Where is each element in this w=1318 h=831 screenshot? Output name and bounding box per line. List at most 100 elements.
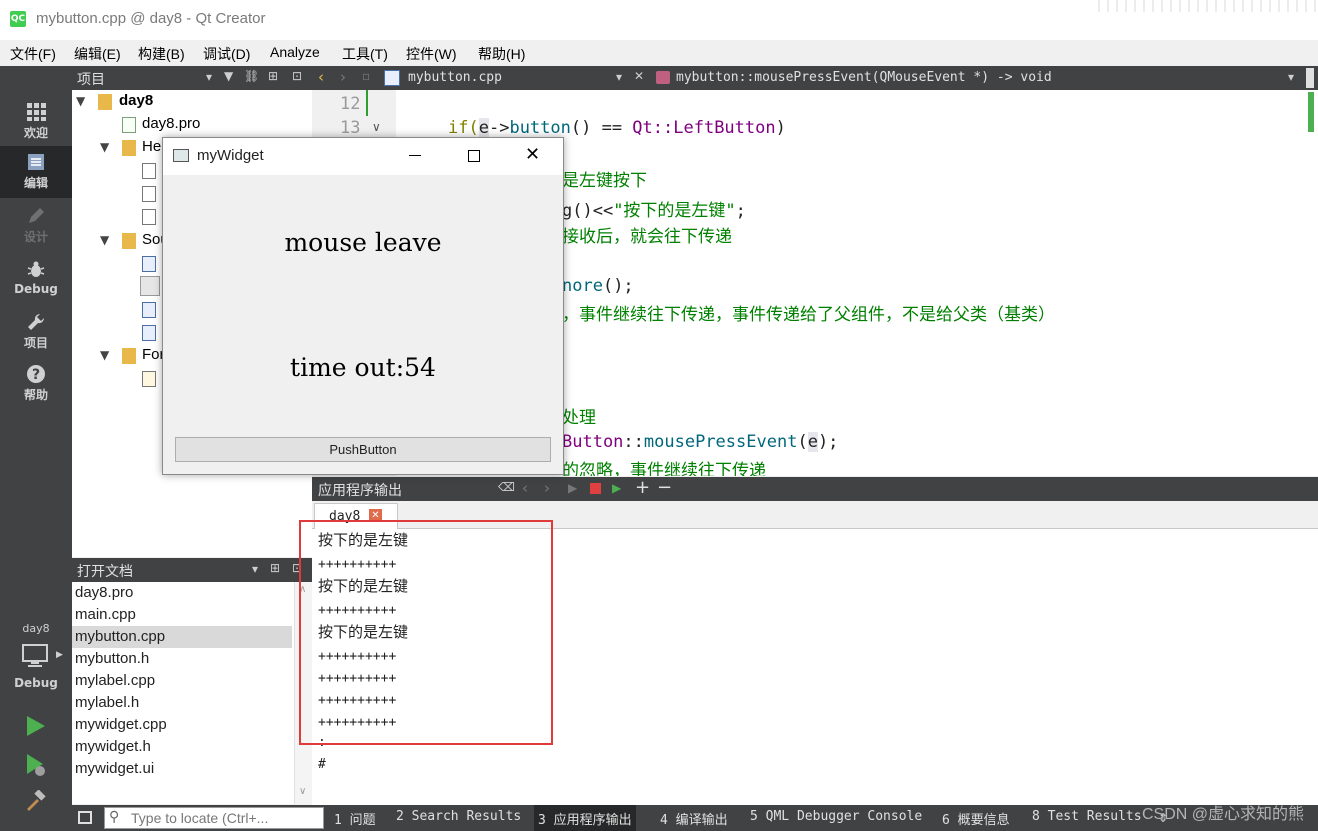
- close-pane-icon[interactable]: ⊡: [292, 69, 302, 83]
- code-comment: 的忽略，事件继续往下传递: [562, 461, 766, 476]
- dropdown-icon[interactable]: ▾: [206, 70, 212, 84]
- open-doc-item[interactable]: mywidget.h: [72, 736, 292, 758]
- push-button[interactable]: PushButton: [175, 437, 551, 462]
- locator-input[interactable]: ⚲ Type to locate (Ctrl+...: [104, 807, 324, 829]
- help-icon: ?: [27, 365, 45, 383]
- zoom-out-icon[interactable]: −: [657, 477, 672, 498]
- editor-scrollbar[interactable]: [1306, 90, 1318, 476]
- menu-build[interactable]: 构建(B): [138, 44, 185, 64]
- editor-symbol[interactable]: mybutton::mousePressEvent(QMouseEvent *)…: [676, 70, 1052, 85]
- back-icon[interactable]: ‹: [318, 68, 324, 86]
- expand-headers-icon[interactable]: ▼: [100, 140, 109, 154]
- minimize-icon[interactable]: [409, 155, 421, 156]
- toggle-sidebar-icon[interactable]: [78, 811, 92, 824]
- forward-icon[interactable]: ›: [340, 68, 346, 86]
- expand-root-icon[interactable]: ▼: [76, 94, 85, 108]
- mywidget-title-bar[interactable]: myWidget ✕: [163, 138, 563, 175]
- zoom-in-icon[interactable]: +: [635, 477, 650, 498]
- cpp-file-icon: [384, 70, 400, 86]
- editor-file-name[interactable]: mybutton.cpp: [408, 70, 502, 85]
- next-icon[interactable]: ›: [544, 479, 550, 497]
- status-tab-compile[interactable]: 4 编译输出: [660, 809, 728, 828]
- open-doc-item[interactable]: mybutton.h: [72, 648, 292, 670]
- mode-debug[interactable]: Debug: [0, 254, 72, 306]
- cpp-file-selected-icon[interactable]: [140, 276, 160, 296]
- cpp-file-icon[interactable]: [142, 302, 156, 318]
- cpp-file-icon[interactable]: [142, 325, 156, 341]
- file-dropdown-icon[interactable]: ▾: [616, 70, 622, 84]
- menu-edit[interactable]: 编辑(E): [74, 44, 121, 64]
- mode-debug-label: Debug: [14, 282, 58, 296]
- close-file-icon[interactable]: ✕: [634, 69, 644, 83]
- open-doc-item[interactable]: mylabel.cpp: [72, 670, 292, 692]
- run-icon[interactable]: [25, 714, 47, 738]
- header-file-icon[interactable]: [142, 209, 156, 225]
- open-doc-item[interactable]: day8.pro: [72, 582, 292, 604]
- mode-design[interactable]: 设计: [0, 200, 72, 252]
- status-tab-app-output[interactable]: 3 应用程序输出: [534, 805, 636, 831]
- split-icon[interactable]: ⊞: [270, 561, 280, 575]
- symbol-dropdown-icon[interactable]: ▾: [1288, 70, 1294, 84]
- mywidget-window: myWidget ✕ mouse leave time out:54 PushB…: [162, 137, 564, 475]
- menu-help[interactable]: 帮助(H): [478, 44, 525, 64]
- open-doc-item[interactable]: mywidget.cpp: [72, 714, 292, 736]
- code-comment: 接收后，就会往下传递: [562, 227, 732, 247]
- locator-placeholder: Type to locate (Ctrl+...: [131, 810, 269, 826]
- menu-file[interactable]: 文件(F): [10, 44, 56, 64]
- open-doc-item[interactable]: mywidget.ui: [72, 758, 292, 780]
- close-icon[interactable]: ✕: [525, 144, 540, 165]
- menu-debug[interactable]: 调试(D): [203, 44, 250, 64]
- monitor-icon: [22, 644, 48, 667]
- mode-projects[interactable]: 项目: [0, 306, 72, 358]
- link-icon[interactable]: ⛓: [244, 69, 259, 83]
- kit-selector[interactable]: ▶ Debug: [0, 640, 72, 692]
- scroll-down-icon[interactable]: ∨: [299, 786, 306, 797]
- code-line: g()<<"按下的是左键";: [562, 201, 746, 221]
- rerun-icon[interactable]: ▶: [568, 481, 577, 495]
- debug-run-icon[interactable]: [25, 752, 47, 778]
- tree-root[interactable]: day8: [119, 92, 153, 109]
- status-tab-summary[interactable]: 6 概要信息: [942, 809, 1010, 828]
- code-comment: 处理: [562, 408, 596, 428]
- stop-icon[interactable]: [590, 483, 601, 494]
- open-documents-header: 打开文档 ▾ ⊞ ⊡: [72, 558, 312, 582]
- build-hammer-icon[interactable]: [25, 790, 47, 812]
- svg-text:?: ?: [32, 367, 40, 383]
- tree-headers[interactable]: He: [142, 138, 161, 155]
- maximize-icon[interactable]: [468, 150, 480, 162]
- header-file-icon[interactable]: [142, 186, 156, 202]
- filter-icon[interactable]: ▼: [224, 69, 233, 83]
- window-app-icon: [173, 149, 189, 162]
- status-tab-test-results[interactable]: 8 Test Results: [1032, 809, 1142, 824]
- scrollbar-handle[interactable]: [1308, 92, 1314, 132]
- status-tab-search[interactable]: 2 Search Results: [396, 809, 521, 824]
- changed-line-marker: [366, 90, 368, 116]
- ui-file-icon[interactable]: [142, 371, 156, 387]
- status-bar: ⚲ Type to locate (Ctrl+... 1 问题 2 Search…: [72, 805, 1318, 831]
- debug-attach-icon[interactable]: ▶: [612, 481, 621, 495]
- clear-output-icon[interactable]: ⌫: [498, 480, 515, 494]
- menu-controls[interactable]: 控件(W): [406, 44, 457, 64]
- prev-icon[interactable]: ‹: [522, 479, 528, 497]
- status-tab-issues[interactable]: 1 问题: [334, 809, 376, 828]
- open-doc-item[interactable]: main.cpp: [72, 604, 292, 626]
- status-tab-qml-console[interactable]: 5 QML Debugger Console: [750, 809, 922, 824]
- open-doc-item[interactable]: mylabel.h: [72, 692, 292, 714]
- tree-pro-file[interactable]: day8.pro: [142, 115, 200, 132]
- menu-tools[interactable]: 工具(T): [342, 44, 388, 64]
- cpp-file-icon[interactable]: [142, 256, 156, 272]
- timer-label: time out:54: [290, 353, 436, 382]
- split-icon[interactable]: ⊞: [268, 69, 278, 83]
- split-editor-icon[interactable]: [1306, 68, 1314, 88]
- menu-analyze[interactable]: Analyze: [270, 44, 320, 60]
- header-file-icon[interactable]: [142, 163, 156, 179]
- line-number: 12: [340, 94, 361, 114]
- mode-welcome[interactable]: 欢迎: [0, 96, 72, 148]
- open-doc-item-selected[interactable]: mybutton.cpp: [72, 626, 292, 648]
- mode-help[interactable]: ? 帮助: [0, 358, 72, 410]
- expand-sources-icon[interactable]: ▼: [100, 233, 109, 247]
- dropdown-icon[interactable]: ▾: [252, 562, 258, 576]
- fold-icon[interactable]: ∨: [372, 120, 381, 134]
- expand-forms-icon[interactable]: ▼: [100, 348, 109, 362]
- mode-edit[interactable]: 编辑: [0, 146, 72, 198]
